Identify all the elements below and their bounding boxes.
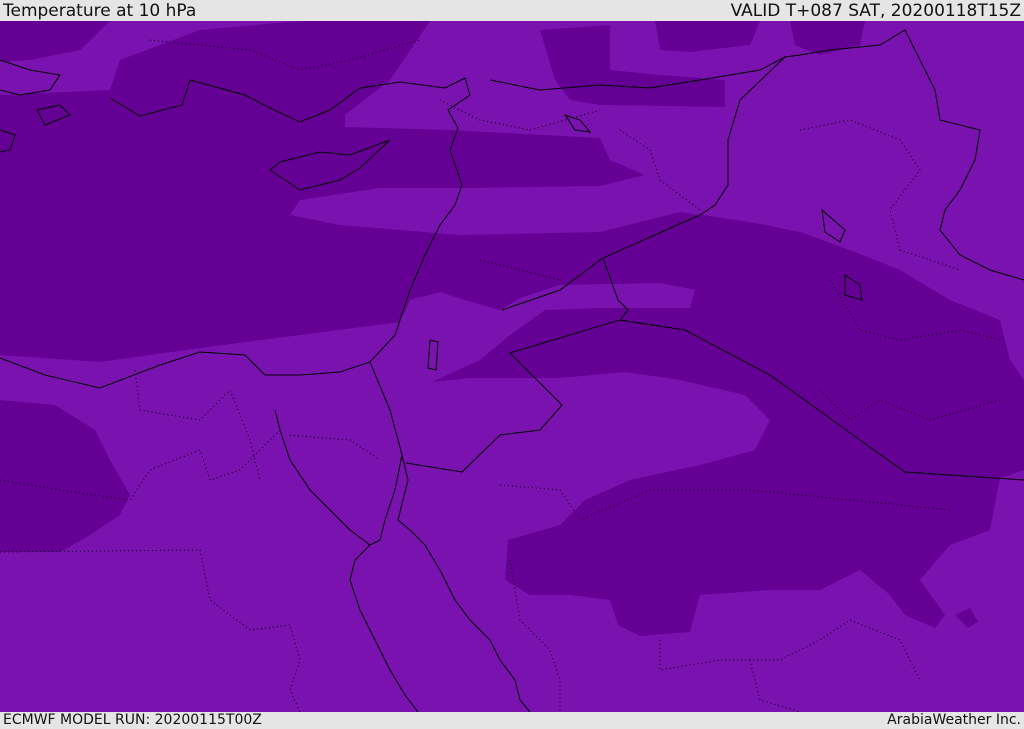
valid-time: VALID T+087 SAT, 20200118T15Z bbox=[730, 1, 1021, 21]
model-run-label: ECMWF MODEL RUN: 20200115T00Z bbox=[3, 712, 262, 728]
credit-label: ArabiaWeather Inc. bbox=[887, 712, 1021, 728]
map-title: Temperature at 10 hPa bbox=[3, 1, 197, 21]
temperature-map bbox=[0, 21, 1024, 712]
